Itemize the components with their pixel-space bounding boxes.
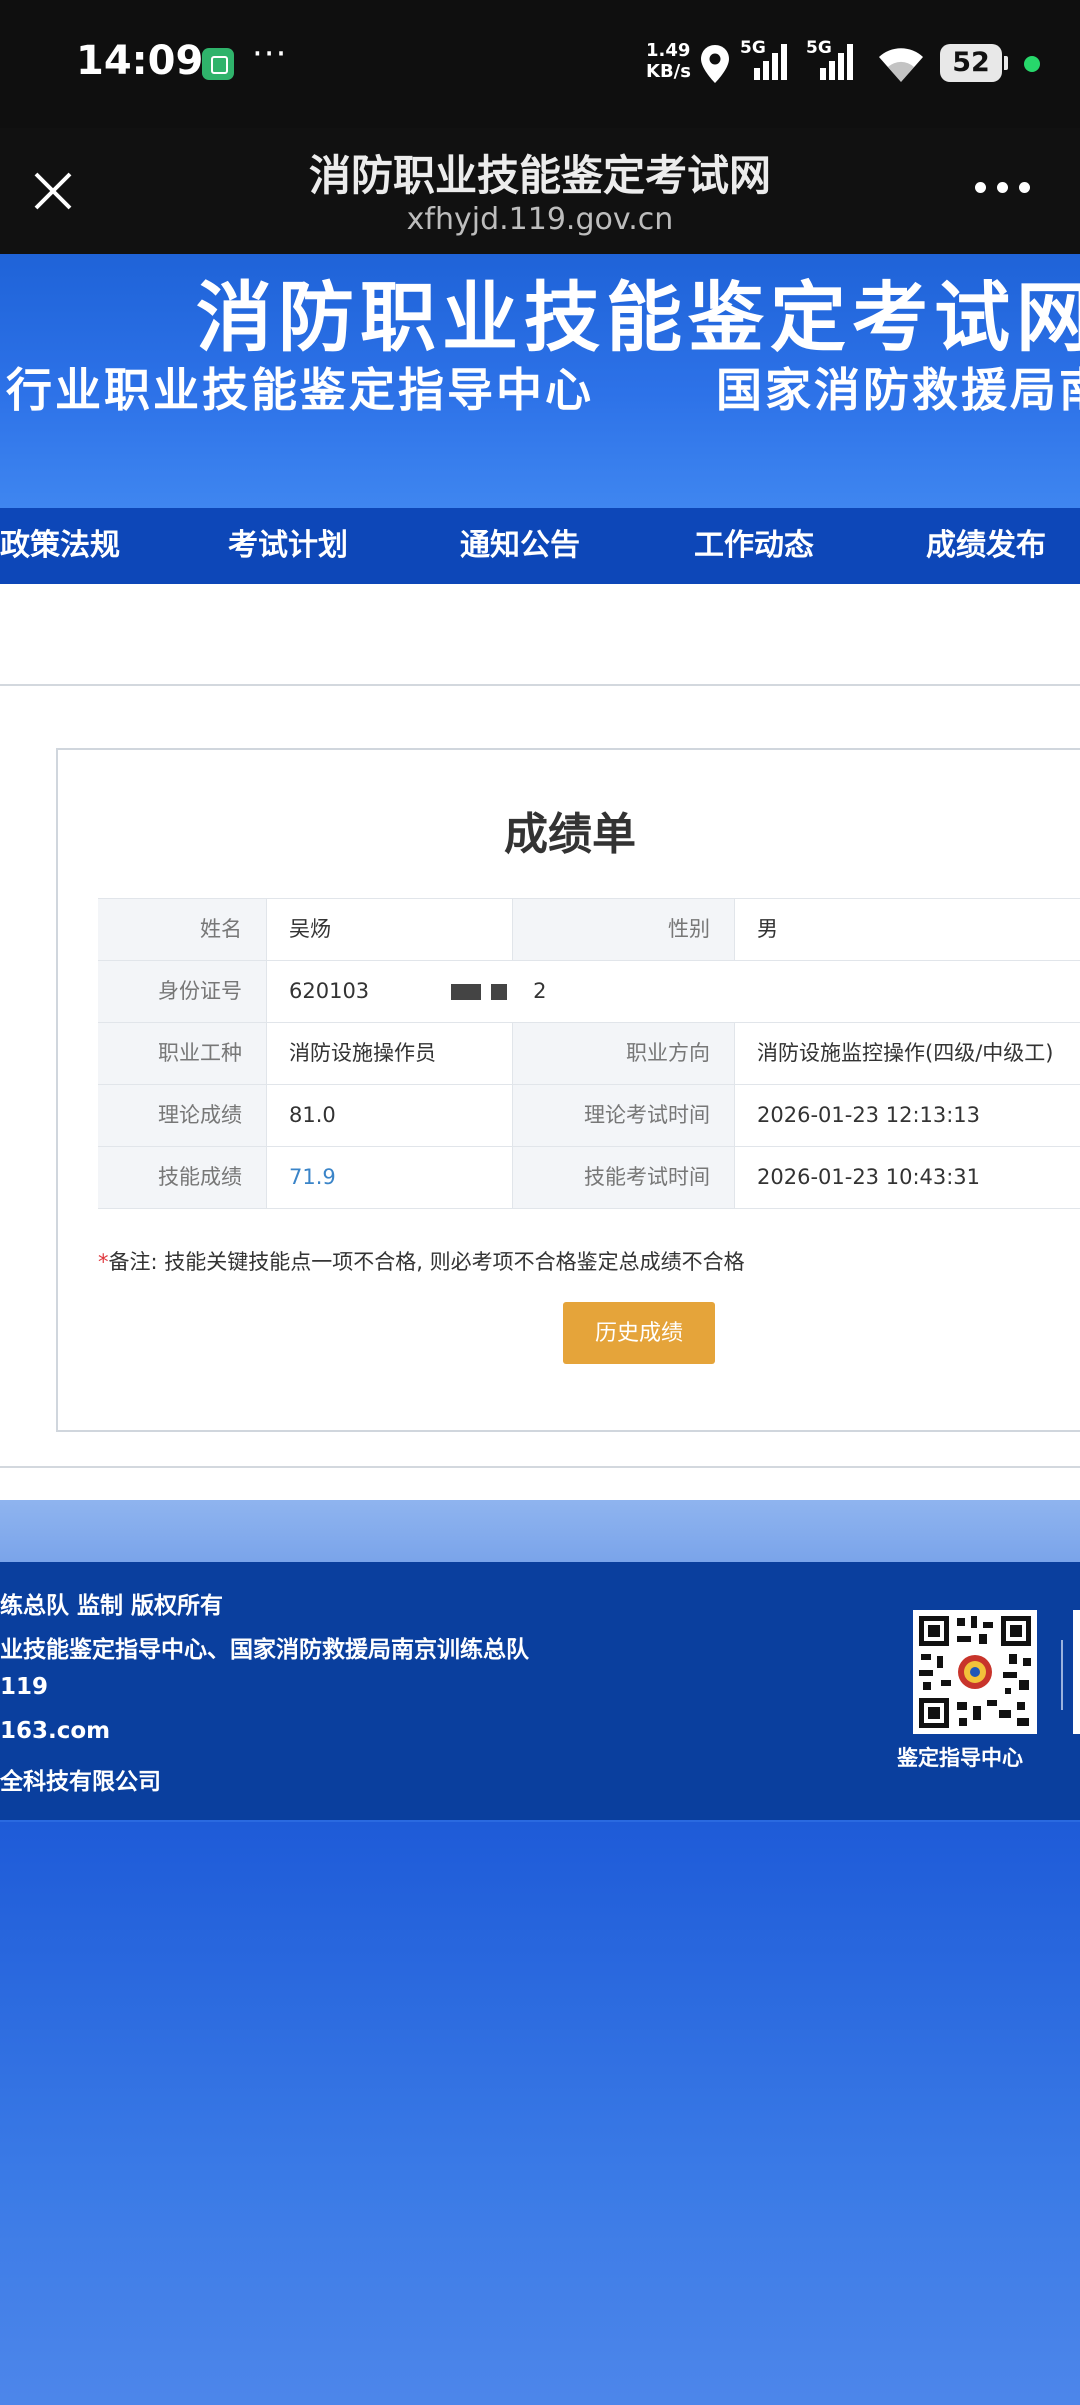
table-row: 姓名 吴炀 性别 男 — [98, 899, 1080, 961]
score-note: *备注: 技能关键技能点一项不合格, 则必考项不合格鉴定总成绩不合格 — [98, 1246, 745, 1276]
theory-time-value: 2026-01-23 12:13:13 — [734, 1085, 1080, 1146]
nav-item-results[interactable]: 成绩发布 — [926, 508, 1046, 584]
direction-label: 职业方向 — [512, 1023, 734, 1084]
footer-divider — [1061, 1640, 1063, 1710]
job-label: 职业工种 — [98, 1023, 266, 1084]
browser-url[interactable]: xfhyjd.119.gov.cn — [0, 202, 1080, 237]
footer-copyright: 练总队 监制 版权所有 — [0, 1593, 224, 1619]
banner-title: 消防职业技能鉴定考试网 — [196, 273, 1080, 362]
main-nav: 政策法规 考试计划 通知公告 工作动态 成绩发布 — [0, 508, 1080, 584]
score-sheet-panel: 成绩单 姓名 吴炀 性别 男 身份证号 620103 2 职业工种 消防设施操作员… — [56, 748, 1080, 1432]
banner-subtitle-left: 行业职业技能鉴定指导中心 — [6, 363, 594, 417]
score-table: 姓名 吴炀 性别 男 身份证号 620103 2 职业工种 消防设施操作员 职业方… — [98, 898, 1080, 1209]
second-qr-code-edge — [1073, 1610, 1080, 1734]
location-icon — [701, 45, 729, 83]
app-notification-icon — [202, 48, 234, 80]
theory-score-label: 理论成绩 — [98, 1085, 266, 1146]
footer-tech-support: 全科技有限公司 — [0, 1769, 161, 1795]
skill-time-label: 技能考试时间 — [512, 1147, 734, 1208]
network-speed-value: 1.49 — [646, 40, 691, 61]
site-banner: 消防职业技能鉴定考试网 行业职业技能鉴定指导中心 国家消防救援局南 — [0, 254, 1080, 508]
id-value: 620103 2 — [266, 961, 1080, 1022]
gender-label: 性别 — [512, 899, 734, 960]
network-speed: 1.49 KB/s — [646, 40, 691, 82]
id-label: 身份证号 — [98, 961, 266, 1022]
browser-page-title: 消防职业技能鉴定考试网 — [308, 151, 771, 200]
content-area: 成绩单 姓名 吴炀 性别 男 身份证号 620103 2 职业工种 消防设施操作员… — [0, 686, 1080, 1468]
qr-code-icon — [913, 1610, 1037, 1734]
job-value: 消防设施操作员 — [266, 1023, 512, 1084]
status-bar: 14:09 ··· 1.49 KB/s 5G 5G 52 — [0, 0, 1080, 128]
redaction-mask — [491, 984, 508, 1000]
table-row: 技能成绩 71.9 技能考试时间 2026-01-23 10:43:31 — [98, 1147, 1080, 1209]
note-star: * — [98, 1250, 109, 1274]
skill-score-value[interactable]: 71.9 — [266, 1147, 512, 1208]
history-scores-button[interactable]: 历史成绩 — [563, 1302, 715, 1364]
wifi-icon — [879, 48, 923, 82]
nav-item-news[interactable]: 工作动态 — [694, 508, 814, 584]
skill-time-value: 2026-01-23 10:43:31 — [734, 1147, 1080, 1208]
qr-code-label: 鉴定指导中心 — [897, 1746, 1023, 1770]
page-bottom-background — [0, 1820, 1080, 2405]
table-row: 理论成绩 81.0 理论考试时间 2026-01-23 12:13:13 — [98, 1085, 1080, 1147]
theory-score-value: 81.0 — [266, 1085, 512, 1146]
note-text: 备注: 技能关键技能点一项不合格, 则必考项不合格鉴定总成绩不合格 — [108, 1250, 745, 1274]
table-row: 职业工种 消防设施操作员 职业方向 消防设施监控操作(四级/中级工) — [98, 1023, 1080, 1085]
footer-email: 163.com — [0, 1718, 111, 1744]
direction-value: 消防设施监控操作(四级/中级工) — [734, 1023, 1080, 1084]
table-row: 身份证号 620103 2 — [98, 961, 1080, 1023]
charging-dot — [1024, 56, 1040, 72]
signal-sim2-icon: 5G — [806, 38, 854, 86]
banner-subtitle-right: 国家消防救援局南 — [716, 363, 1080, 417]
status-time: 14:09 — [76, 38, 204, 84]
id-prefix: 620103 — [289, 979, 370, 1003]
id-suffix: 2 — [533, 979, 547, 1003]
site-footer: 练总队 监制 版权所有 业技能鉴定指导中心、国家消防救援局南京训练总队 119 … — [0, 1562, 1080, 1820]
footer-organizer: 业技能鉴定指导中心、国家消防救援局南京训练总队 — [0, 1637, 529, 1663]
score-sheet-title: 成绩单 — [504, 809, 636, 860]
skill-score-label: 技能成绩 — [98, 1147, 266, 1208]
redaction-mask — [451, 984, 482, 1000]
theory-time-text: 2026-01-23 12:13:13 — [757, 1103, 981, 1127]
sim2-label: 5G — [806, 38, 832, 58]
content-top-band — [0, 584, 1080, 686]
sim1-label: 5G — [740, 38, 766, 58]
gender-value: 男 — [734, 899, 1080, 960]
name-label: 姓名 — [98, 899, 266, 960]
nav-item-exam-plan[interactable]: 考试计划 — [228, 508, 348, 584]
battery-icon: 52 — [940, 44, 1008, 82]
footer-phone: 119 — [0, 1674, 49, 1700]
network-speed-unit: KB/s — [646, 61, 691, 82]
browser-header: 消防职业技能鉴定考试网 xfhyjd.119.gov.cn — [0, 128, 1080, 254]
signal-sim1-icon: 5G — [740, 38, 788, 86]
theory-time-label: 理论考试时间 — [512, 1085, 734, 1146]
name-value: 吴炀 — [266, 899, 512, 960]
nav-item-policy[interactable]: 政策法规 — [0, 508, 120, 584]
more-dots-icon[interactable] — [975, 182, 1031, 196]
pre-footer-band — [0, 1500, 1080, 1562]
nav-item-notices[interactable]: 通知公告 — [460, 508, 580, 584]
more-notifications-icon: ··· — [252, 34, 288, 74]
